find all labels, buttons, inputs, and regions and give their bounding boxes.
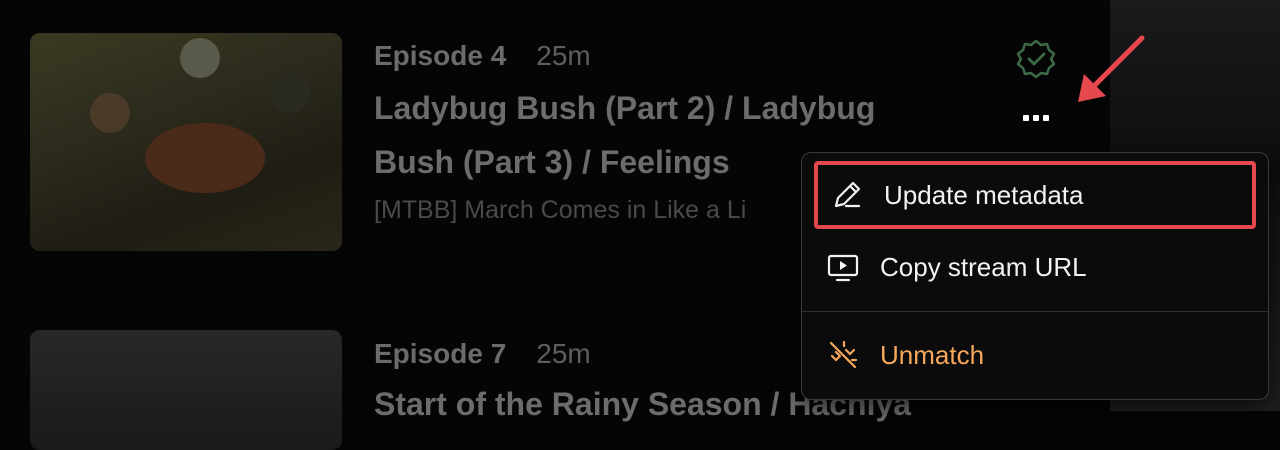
- thumbnail-art: [90, 93, 130, 133]
- pencil-icon: [834, 181, 861, 208]
- episode-thumbnail[interactable]: [30, 33, 342, 251]
- thumbnail-art: [180, 38, 220, 78]
- episode-meta: Episode 7 25m: [374, 338, 591, 370]
- menu-item-label: Unmatch: [880, 339, 985, 370]
- menu-divider: [802, 311, 1268, 312]
- screen-play-icon: [827, 254, 859, 282]
- thumbnail-art: [145, 123, 265, 193]
- copy-stream-url-item[interactable]: Copy stream URL: [814, 235, 1256, 299]
- episode-number: Episode 7: [374, 338, 507, 369]
- episode-file-name: [MTBB] March Comes in Like a Li: [374, 196, 747, 224]
- menu-item-label: Update metadata: [884, 179, 1084, 210]
- context-menu: Update metadata Copy stream URL Unmatch: [801, 152, 1269, 400]
- ellipsis-icon: [1033, 115, 1039, 121]
- episode-meta: Episode 4 25m: [374, 40, 591, 72]
- unmatch-item[interactable]: Unmatch: [814, 323, 1256, 387]
- ellipsis-icon: [1023, 115, 1029, 121]
- episode-thumbnail[interactable]: [30, 330, 342, 450]
- update-metadata-item[interactable]: Update metadata: [814, 161, 1256, 229]
- thumbnail-art: [270, 73, 310, 113]
- unlink-icon: [829, 340, 858, 369]
- menu-item-label: Copy stream URL: [880, 251, 1087, 282]
- episode-title-line: Ladybug Bush (Part 2) / Ladybug: [374, 90, 876, 126]
- episode-duration: 25m: [536, 40, 591, 71]
- episode-duration: 25m: [536, 338, 591, 369]
- episode-number: Episode 4: [374, 40, 507, 71]
- annotation-arrow-icon: [1078, 35, 1145, 102]
- verified-check-icon: [1016, 39, 1056, 79]
- ellipsis-icon: [1043, 115, 1049, 121]
- more-options-button[interactable]: [1016, 100, 1056, 136]
